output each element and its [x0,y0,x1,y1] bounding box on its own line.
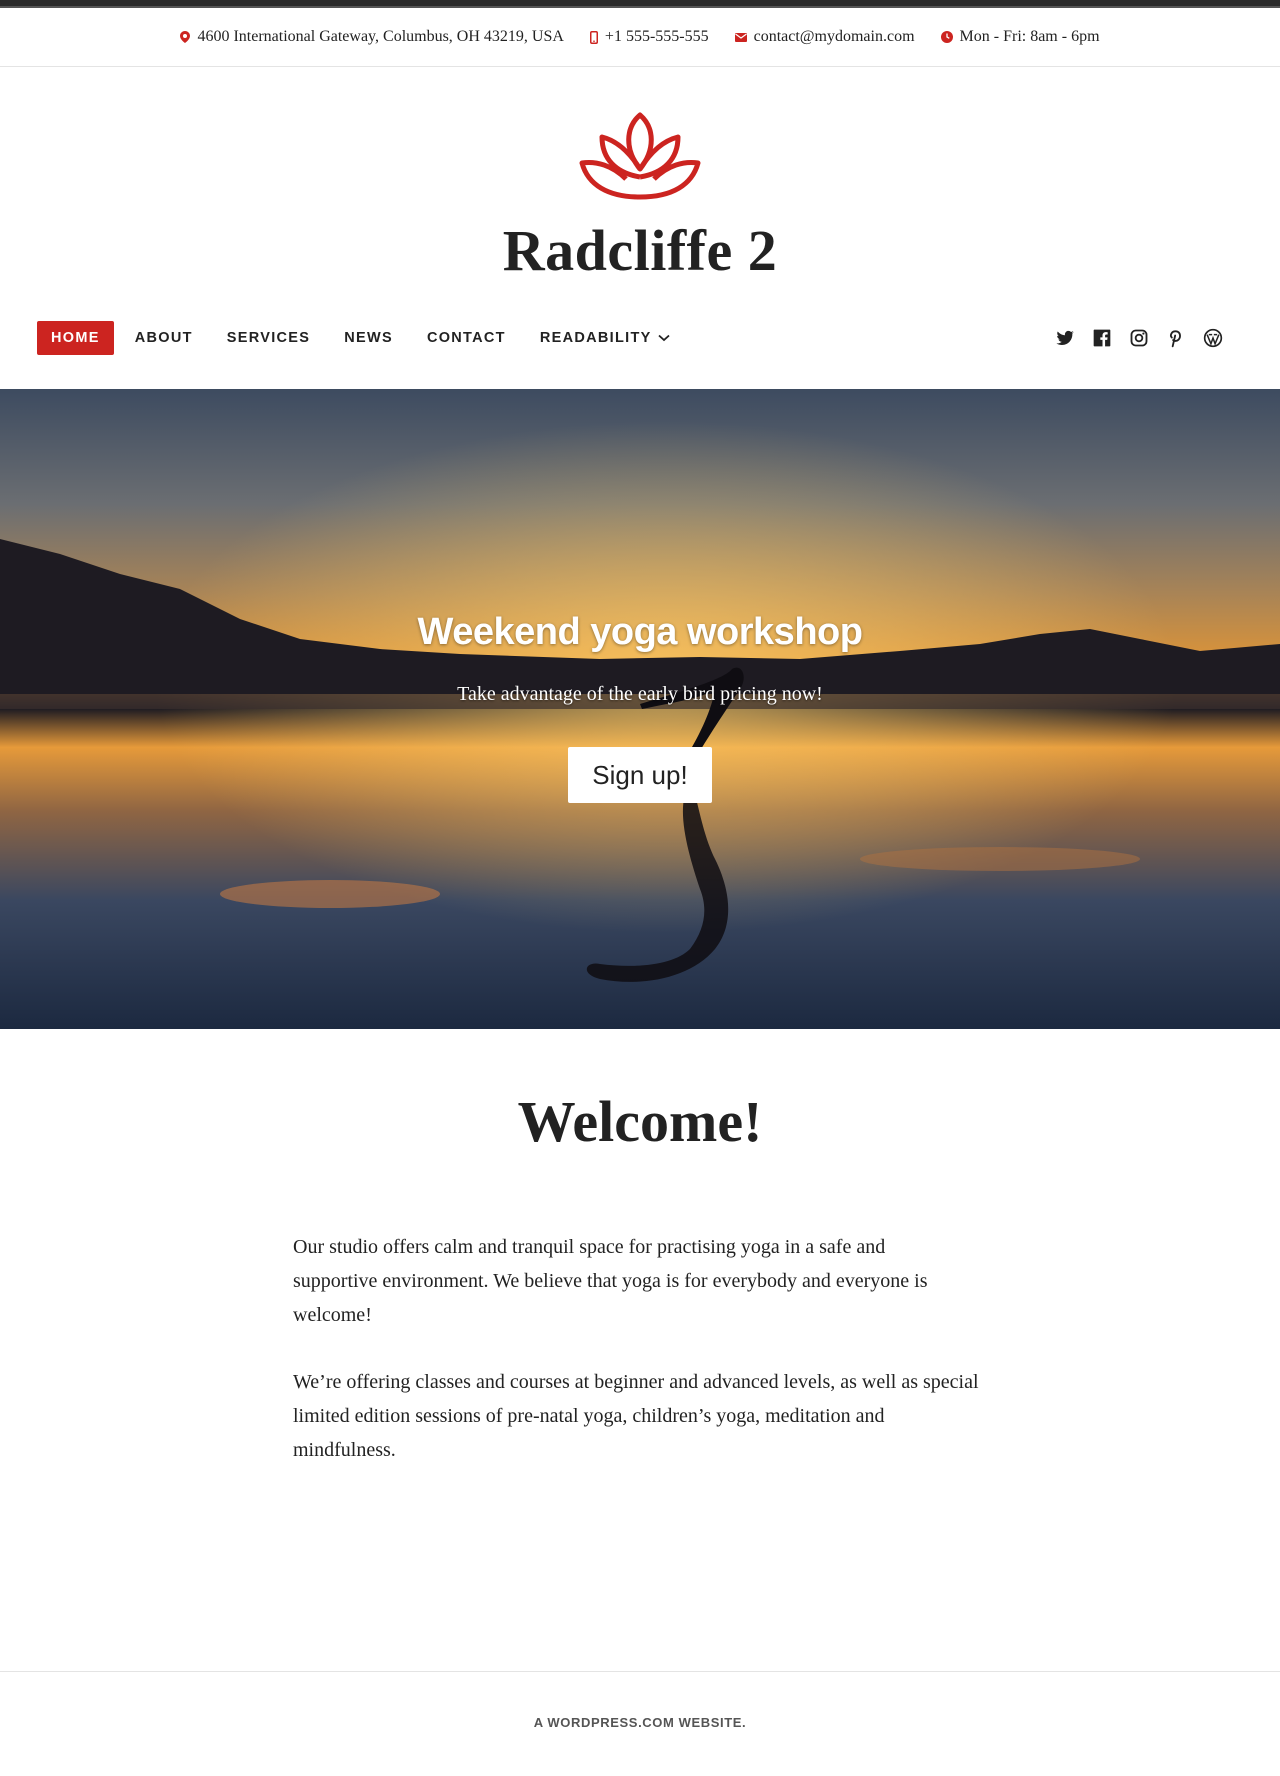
lotus-logo-icon[interactable] [0,107,1280,205]
nav-item-home[interactable]: HOME [37,321,114,355]
address-text: 4600 International Gateway, Columbus, OH… [197,28,564,45]
info-hours: Mon - Fri: 8am - 6pm [940,28,1100,46]
site-footer: A WORDPRESS.COM WEBSITE. [0,1671,1280,1776]
info-address: 4600 International Gateway, Columbus, OH… [180,28,564,46]
nav-item-news[interactable]: NEWS [327,321,410,355]
info-email: contact@mydomain.com [734,28,915,46]
twitter-icon[interactable] [1055,328,1075,348]
site-title[interactable]: Radcliffe 2 [0,219,1280,283]
email-link[interactable]: contact@mydomain.com [754,28,915,46]
nav-item-readability[interactable]: READABILITY [523,321,687,355]
welcome-heading: Welcome! [517,1089,763,1154]
footer-credit-link[interactable]: A WORDPRESS.COM WEBSITE. [534,1715,747,1730]
top-border [0,0,1280,8]
info-bar: 4600 International Gateway, Columbus, OH… [0,8,1280,67]
primary-menu: HOME ABOUT SERVICES NEWS CONTACT READABI… [37,321,687,355]
location-pin-icon [180,31,191,43]
hero-overlay: Weekend yoga workshop Take advantage of … [0,389,1280,1029]
nav-item-about[interactable]: ABOUT [118,321,210,355]
hero-title: Weekend yoga workshop [417,611,863,653]
phone-icon [589,30,598,44]
main-content: Welcome! Our studio offers calm and tran… [0,1089,1280,1461]
intro-paragraph: Our studio offers calm and tranquil spac… [293,1236,928,1326]
clock-icon [940,31,953,43]
instagram-icon[interactable] [1129,328,1149,348]
offerings-paragraph: We’re offering classes and courses at be… [293,1371,979,1461]
facebook-icon[interactable] [1092,328,1112,348]
pinterest-icon[interactable] [1166,328,1186,348]
wordpress-icon[interactable] [1203,328,1223,348]
hours-text: Mon - Fri: 8am - 6pm [959,28,1100,45]
envelope-icon [734,32,747,42]
hero-subtitle: Take advantage of the early bird pricing… [457,683,823,705]
nav-item-contact[interactable]: CONTACT [410,321,523,355]
site-header: Radcliffe 2 [0,67,1280,283]
phone-text: +1 555-555-555 [604,28,709,45]
hero-banner: Weekend yoga workshop Take advantage of … [0,389,1280,1029]
sign-up-button[interactable]: Sign up! [568,747,712,803]
main-nav: HOME ABOUT SERVICES NEWS CONTACT READABI… [37,320,1223,356]
info-phone: +1 555-555-555 [589,28,709,46]
nav-item-services[interactable]: SERVICES [210,321,327,355]
chevron-down-icon [658,321,670,355]
nav-item-readability-label: READABILITY [539,330,652,346]
social-links [1055,328,1223,348]
